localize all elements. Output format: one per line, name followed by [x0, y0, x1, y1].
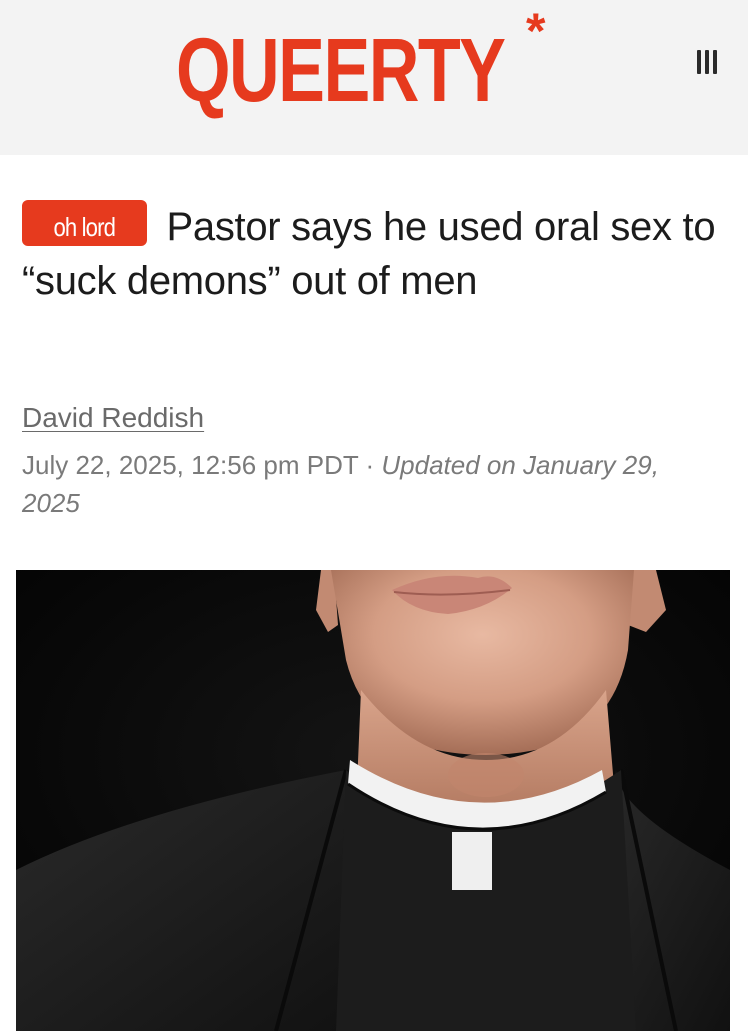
site-logo[interactable]: QUEERTY *: [176, 6, 597, 121]
category-badge[interactable]: oh lord: [22, 200, 147, 246]
headline-block: oh lord Pastor says he used oral sex to “…: [22, 200, 722, 308]
article-dateline: July 22, 2025, 12:56 pm PDT · Updated on…: [22, 446, 722, 522]
article-headline: oh lord Pastor says he used oral sex to “…: [22, 200, 722, 308]
article-page: QUEERTY * oh lord Pastor says he used ora…: [0, 0, 748, 1031]
logo-wordmark: QUEERTY: [176, 21, 506, 121]
site-header: QUEERTY *: [0, 0, 748, 155]
meta-separator: ·: [358, 450, 382, 480]
hamburger-menu-icon: [697, 50, 717, 74]
published-date: July 22, 2025, 12:56 pm PDT: [22, 450, 359, 480]
logo-asterisk-icon: *: [526, 3, 546, 59]
author-link[interactable]: David Reddish: [22, 402, 204, 434]
hero-photo: [16, 570, 730, 1031]
category-label: oh lord: [53, 212, 116, 242]
hero-image: [16, 570, 730, 1031]
menu-button[interactable]: [690, 45, 724, 79]
